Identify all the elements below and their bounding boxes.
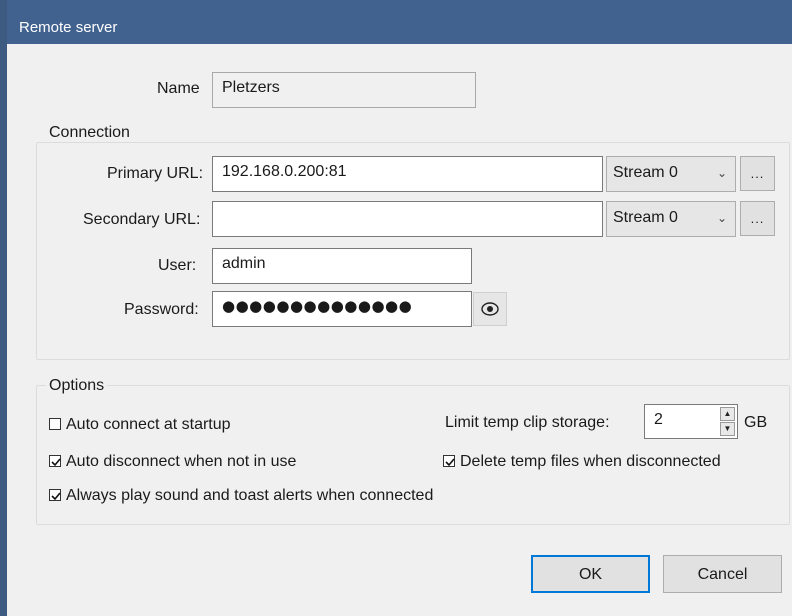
checkbox-box[interactable] [49,455,61,467]
primary-url-input[interactable]: 192.168.0.200:81 [212,156,603,192]
limit-temp-label: Limit temp clip storage: [445,414,610,431]
auto-connect-label: Auto connect at startup [66,416,231,433]
secondary-stream-value: Stream 0 [613,209,678,226]
auto-disconnect-label: Auto disconnect when not in use [66,453,297,470]
auto-disconnect-checkbox[interactable]: Auto disconnect when not in use [49,453,296,471]
check-icon [51,458,61,467]
dialog-window: Remote server Name Pletzers Connection P… [0,0,792,616]
ok-button[interactable]: OK [531,555,650,593]
spin-down-icon[interactable]: ▼ [720,422,735,436]
window-title: Remote server [19,19,118,36]
user-label: User: [158,257,197,274]
password-input[interactable]: ●●●●●●●●●●●●●● [212,291,472,327]
limit-temp-spinner[interactable]: 2 ▲ ▼ [644,404,738,439]
auto-connect-checkbox[interactable]: Auto connect at startup [49,416,231,434]
checkbox-box[interactable] [443,455,455,467]
title-bar[interactable]: Remote server [7,0,792,44]
delete-temp-checkbox[interactable]: Delete temp files when disconnected [443,453,721,471]
name-field[interactable]: Pletzers [212,72,476,108]
cancel-button[interactable]: Cancel [663,555,782,593]
checkbox-box[interactable] [49,418,61,430]
delete-temp-label: Delete temp files when disconnected [460,453,721,470]
secondary-url-input[interactable] [212,201,603,237]
options-group-title: Options [46,377,108,395]
secondary-url-label: Secondary URL: [83,211,201,228]
spin-up-icon[interactable]: ▲ [720,407,735,421]
user-input[interactable]: admin [212,248,472,284]
chevron-down-icon: ⌄ [716,211,727,225]
primary-stream-value: Stream 0 [613,164,678,181]
eye-icon [481,302,499,316]
limit-temp-unit: GB [744,414,768,431]
primary-stream-select[interactable]: Stream 0 ⌄ [606,156,736,192]
limit-temp-value: 2 [654,411,663,428]
check-icon [51,492,61,501]
chevron-down-icon: ⌄ [716,166,727,180]
secondary-stream-select[interactable]: Stream 0 ⌄ [606,201,736,237]
name-label: Name [157,80,200,97]
primary-url-label: Primary URL: [107,165,204,182]
connection-group-title: Connection [46,124,133,142]
show-password-button[interactable] [473,292,507,326]
secondary-url-browse-button[interactable]: ... [740,201,775,236]
always-play-sound-label: Always play sound and toast alerts when … [66,487,434,504]
check-icon [445,458,455,467]
primary-url-browse-button[interactable]: ... [740,156,775,191]
checkbox-box[interactable] [49,489,61,501]
always-play-sound-checkbox[interactable]: Always play sound and toast alerts when … [49,487,433,505]
password-label: Password: [124,301,199,318]
